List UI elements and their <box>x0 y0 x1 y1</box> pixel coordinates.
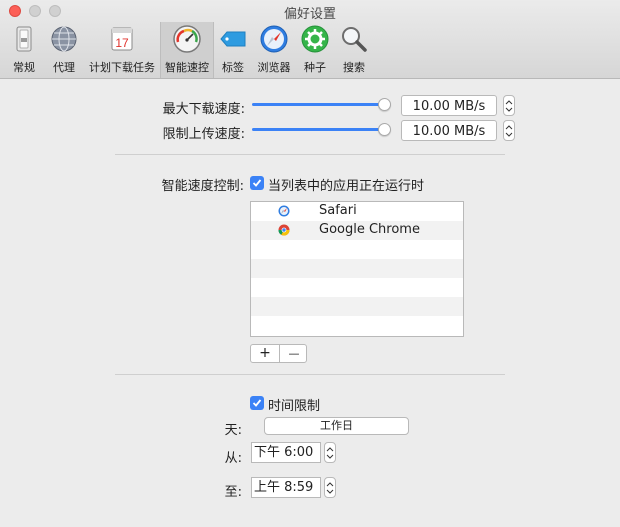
list-item-chrome[interactable]: Google Chrome <box>251 221 463 240</box>
to-time-stepper[interactable] <box>324 477 336 498</box>
seed-gear-icon <box>301 25 329 53</box>
checkmark-icon <box>252 399 262 407</box>
tab-general[interactable]: 常规 <box>6 22 42 78</box>
smart-speed-checkbox[interactable] <box>250 176 264 190</box>
to-time-field[interactable]: 上午 8:59 <box>251 477 321 498</box>
tab-torrent[interactable]: 种子 <box>298 22 332 78</box>
day-popup[interactable]: 工作日 <box>264 417 409 435</box>
stepper-arrows-icon <box>326 482 334 494</box>
max-download-label: 最大下载速度: <box>162 102 245 117</box>
calendar-icon: 17 <box>111 27 133 51</box>
from-time-stepper[interactable] <box>324 442 336 463</box>
upload-limit-slider[interactable] <box>252 122 391 138</box>
remove-app-button[interactable]: — <box>280 345 308 362</box>
tab-smart-speed-label: 智能速控 <box>165 61 209 74</box>
max-download-slider[interactable] <box>252 97 391 113</box>
tag-icon <box>220 31 246 47</box>
tab-proxy-label: 代理 <box>53 61 75 74</box>
max-download-field[interactable]: 10.00 MB/s <box>401 95 497 116</box>
tab-tags[interactable]: 标签 <box>216 22 250 78</box>
to-label: 至: <box>224 485 242 500</box>
slider-knob[interactable] <box>378 98 391 111</box>
tab-search[interactable]: 搜索 <box>336 22 372 78</box>
safari-icon <box>278 205 290 217</box>
stepper-arrows-icon <box>505 100 513 112</box>
window-title: 偏好设置 <box>283 7 336 22</box>
smart-speed-checkbox-label[interactable]: 当列表中的应用正在运行时 <box>268 175 424 194</box>
titlebar-toolbar: 偏好设置 常规 代理 17 计划下载任务 智能速控 标签 浏览器 种子 搜索 <box>0 0 620 79</box>
preferences-window: 偏好设置 常规 代理 17 计划下载任务 智能速控 标签 浏览器 种子 搜索 最… <box>0 0 620 527</box>
add-app-button[interactable]: + <box>251 345 279 362</box>
chrome-icon <box>278 224 290 236</box>
tab-browser[interactable]: 浏览器 <box>254 22 294 78</box>
tab-schedule[interactable]: 17 计划下载任务 <box>86 22 158 78</box>
slider-knob[interactable] <box>378 123 391 136</box>
tab-schedule-label: 计划下载任务 <box>89 61 155 74</box>
upload-limit-field[interactable]: 10.00 MB/s <box>401 120 497 141</box>
slider-track <box>252 103 388 106</box>
app-name: Safari <box>319 203 357 218</box>
tab-browser-label: 浏览器 <box>257 61 291 74</box>
network-globe-icon <box>51 26 77 52</box>
tab-search-label: 搜索 <box>343 61 365 74</box>
app-list[interactable]: Safari Google Chrome <box>250 201 464 337</box>
checkmark-icon <box>252 179 262 187</box>
tab-torrent-label: 种子 <box>304 61 326 74</box>
time-limit-checkbox[interactable] <box>250 396 264 410</box>
stepper-arrows-icon <box>326 447 334 459</box>
smart-speed-label: 智能速度控制: <box>161 179 244 194</box>
section-divider <box>115 154 505 155</box>
list-item-safari[interactable]: Safari <box>251 202 463 221</box>
magnifier-icon <box>342 27 367 52</box>
list-stripe <box>251 259 463 278</box>
list-stripe <box>251 297 463 316</box>
time-limit-checkbox-label[interactable]: 时间限制 <box>268 395 320 414</box>
from-time-field[interactable]: 下午 6:00 <box>251 442 321 463</box>
upload-limit-label: 限制上传速度: <box>162 127 245 142</box>
day-label: 天: <box>224 423 242 438</box>
upload-limit-stepper[interactable] <box>503 120 515 141</box>
section-divider <box>115 374 505 375</box>
compass-icon <box>260 25 288 53</box>
tab-tags-label: 标签 <box>222 61 244 74</box>
tab-general-label: 常规 <box>13 61 35 74</box>
speedometer-icon <box>173 25 201 53</box>
slider-track <box>252 128 388 131</box>
tab-proxy[interactable]: 代理 <box>46 22 82 78</box>
stepper-arrows-icon <box>505 125 513 137</box>
general-switch-icon <box>16 26 32 52</box>
from-label: 从: <box>224 451 242 466</box>
add-remove-control: + — <box>250 344 307 363</box>
tab-smart-speed[interactable]: 智能速控 <box>160 22 214 78</box>
max-download-stepper[interactable] <box>503 95 515 116</box>
app-name: Google Chrome <box>319 222 420 237</box>
calendar-day: 17 <box>115 36 129 50</box>
